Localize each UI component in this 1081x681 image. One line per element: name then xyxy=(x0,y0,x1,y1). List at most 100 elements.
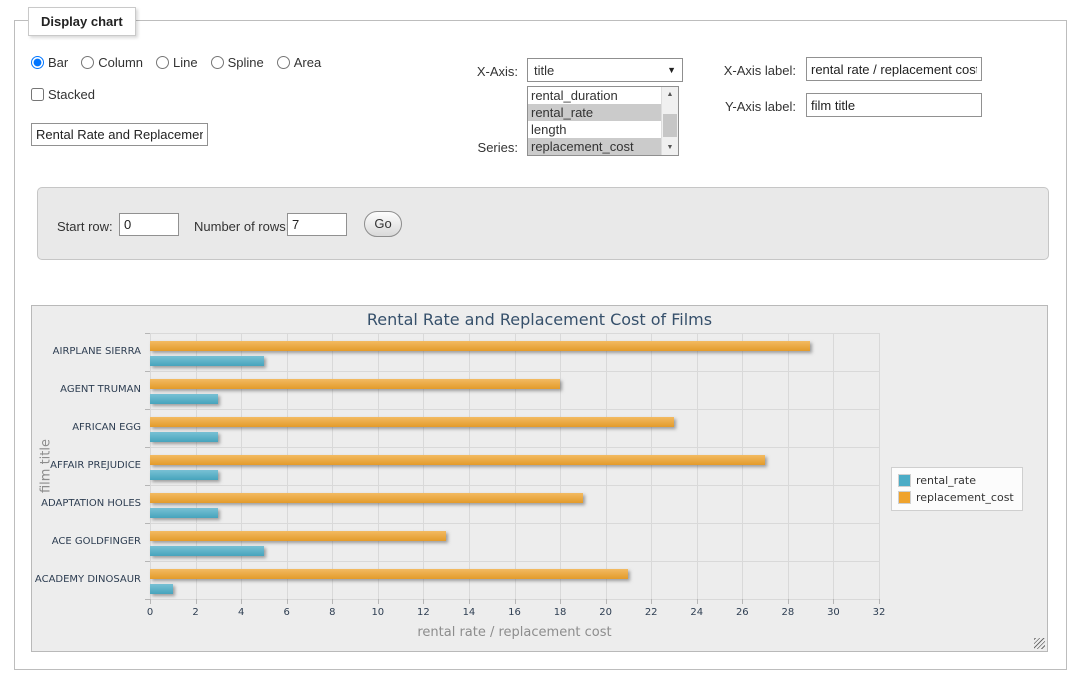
x-axis-label-label: X-Axis label: xyxy=(711,63,796,78)
category-label: AFFAIR PREJUDICE xyxy=(32,460,141,471)
num-rows-input[interactable] xyxy=(287,213,347,236)
x-axis-tick xyxy=(196,599,197,604)
x-axis-tick xyxy=(150,599,151,604)
start-row-label: Start row: xyxy=(57,219,113,234)
chart-title: Rental Rate and Replacement Cost of Film… xyxy=(32,310,1047,329)
x-axis-tick xyxy=(788,599,789,604)
x-axis-tick xyxy=(332,599,333,604)
series-multiselect[interactable]: rental_durationrental_ratelengthreplacem… xyxy=(527,86,679,156)
bar-replacement_cost xyxy=(150,455,765,465)
legend-item-rental_rate[interactable]: rental_rate xyxy=(898,472,1014,489)
chart-type-radio-bar[interactable] xyxy=(31,56,44,69)
y-axis-label-input[interactable] xyxy=(806,93,982,117)
stacked-option[interactable]: Stacked xyxy=(31,87,95,102)
bar-rental_rate xyxy=(150,584,173,594)
stacked-checkbox-row: Stacked xyxy=(31,87,95,102)
chart-type-option-column[interactable]: Column xyxy=(81,55,143,70)
series-option-rental_rate[interactable]: rental_rate xyxy=(528,104,661,121)
chart-type-label: Line xyxy=(173,55,198,70)
gridline xyxy=(560,333,561,599)
y-axis-label-label: Y-Axis label: xyxy=(711,99,796,114)
chart-type-label: Column xyxy=(98,55,143,70)
x-axis-tick xyxy=(378,599,379,604)
chart-type-label: Area xyxy=(294,55,321,70)
bar-replacement_cost xyxy=(150,531,446,541)
x-tick-label: 32 xyxy=(864,607,894,618)
x-tick-label: 12 xyxy=(408,607,438,618)
scroll-up-icon[interactable]: ▲ xyxy=(662,87,678,102)
gridline xyxy=(332,333,333,599)
go-button[interactable]: Go xyxy=(364,211,402,237)
legend-swatch xyxy=(898,491,911,504)
chart-type-option-bar[interactable]: Bar xyxy=(31,55,68,70)
scrollbar-thumb[interactable] xyxy=(663,114,677,137)
series-option-rental_duration[interactable]: rental_duration xyxy=(528,87,661,104)
x-tick-label: 4 xyxy=(226,607,256,618)
num-rows-label: Number of rows: xyxy=(194,219,289,234)
x-axis-tick xyxy=(423,599,424,604)
chart-type-radio-area[interactable] xyxy=(277,56,290,69)
legend-item-replacement_cost[interactable]: replacement_cost xyxy=(898,489,1014,506)
stacked-label: Stacked xyxy=(48,87,95,102)
gridline xyxy=(833,333,834,599)
category-label: ACADEMY DINOSAUR xyxy=(32,574,141,585)
x-tick-label: 8 xyxy=(317,607,347,618)
gridline xyxy=(378,333,379,599)
x-axis-tick xyxy=(833,599,834,604)
series-option-replacement_cost[interactable]: replacement_cost xyxy=(528,138,661,155)
category-label: ADAPTATION HOLES xyxy=(32,498,141,509)
resize-grip-icon[interactable] xyxy=(1034,638,1045,649)
bar-rental_rate xyxy=(150,470,218,480)
x-axis-tick xyxy=(515,599,516,604)
x-tick-label: 22 xyxy=(636,607,666,618)
legend-swatch xyxy=(898,474,911,487)
x-axis-select-label: X-Axis: xyxy=(435,64,518,79)
chart-type-option-area[interactable]: Area xyxy=(277,55,321,70)
gridline xyxy=(469,333,470,599)
chart-type-radio-line[interactable] xyxy=(156,56,169,69)
chart-title-input[interactable] xyxy=(31,123,208,146)
x-axis-label-input[interactable] xyxy=(806,57,982,81)
category-label: AFRICAN EGG xyxy=(32,422,141,433)
series-option-length[interactable]: length xyxy=(528,121,661,138)
gridline xyxy=(196,333,197,599)
chart-type-option-spline[interactable]: Spline xyxy=(211,55,264,70)
gridline xyxy=(742,333,743,599)
category-label: AIRPLANE SIERRA xyxy=(32,346,141,357)
bar-replacement_cost xyxy=(150,379,560,389)
gridline xyxy=(879,333,880,599)
series-scrollbar[interactable]: ▲ ▼ xyxy=(661,87,678,155)
legend-label: replacement_cost xyxy=(916,491,1014,504)
x-axis-tick xyxy=(879,599,880,604)
x-tick-label: 26 xyxy=(727,607,757,618)
chart-type-option-line[interactable]: Line xyxy=(156,55,198,70)
bar-replacement_cost xyxy=(150,493,583,503)
bar-rental_rate xyxy=(150,508,218,518)
x-axis-tick xyxy=(560,599,561,604)
x-tick-label: 10 xyxy=(363,607,393,618)
chart-type-radio-spline[interactable] xyxy=(211,56,224,69)
scroll-down-icon[interactable]: ▼ xyxy=(662,140,678,155)
chart-area: Rental Rate and Replacement Cost of Film… xyxy=(31,305,1048,652)
start-row-input[interactable] xyxy=(119,213,179,236)
x-tick-label: 0 xyxy=(135,607,165,618)
gridline xyxy=(606,333,607,599)
x-tick-label: 2 xyxy=(181,607,211,618)
display-chart-fieldset: Display chart BarColumnLineSplineArea St… xyxy=(14,20,1067,670)
bar-rental_rate xyxy=(150,394,218,404)
chevron-down-icon: ▼ xyxy=(667,65,676,75)
bar-replacement_cost xyxy=(150,417,674,427)
x-axis-tick xyxy=(287,599,288,604)
chart-legend: rental_rate replacement_cost xyxy=(891,467,1023,511)
x-axis-tick xyxy=(697,599,698,604)
legend-label: rental_rate xyxy=(916,474,976,487)
x-axis-tick xyxy=(241,599,242,604)
rows-panel: Start row: Number of rows: Go xyxy=(37,187,1049,260)
stacked-checkbox[interactable] xyxy=(31,88,44,101)
x-tick-label: 6 xyxy=(272,607,302,618)
x-axis-tick xyxy=(469,599,470,604)
x-axis-select[interactable]: title ▼ xyxy=(527,58,683,82)
series-select-label: Series: xyxy=(435,140,518,155)
chart-type-radio-column[interactable] xyxy=(81,56,94,69)
x-tick-label: 16 xyxy=(500,607,530,618)
